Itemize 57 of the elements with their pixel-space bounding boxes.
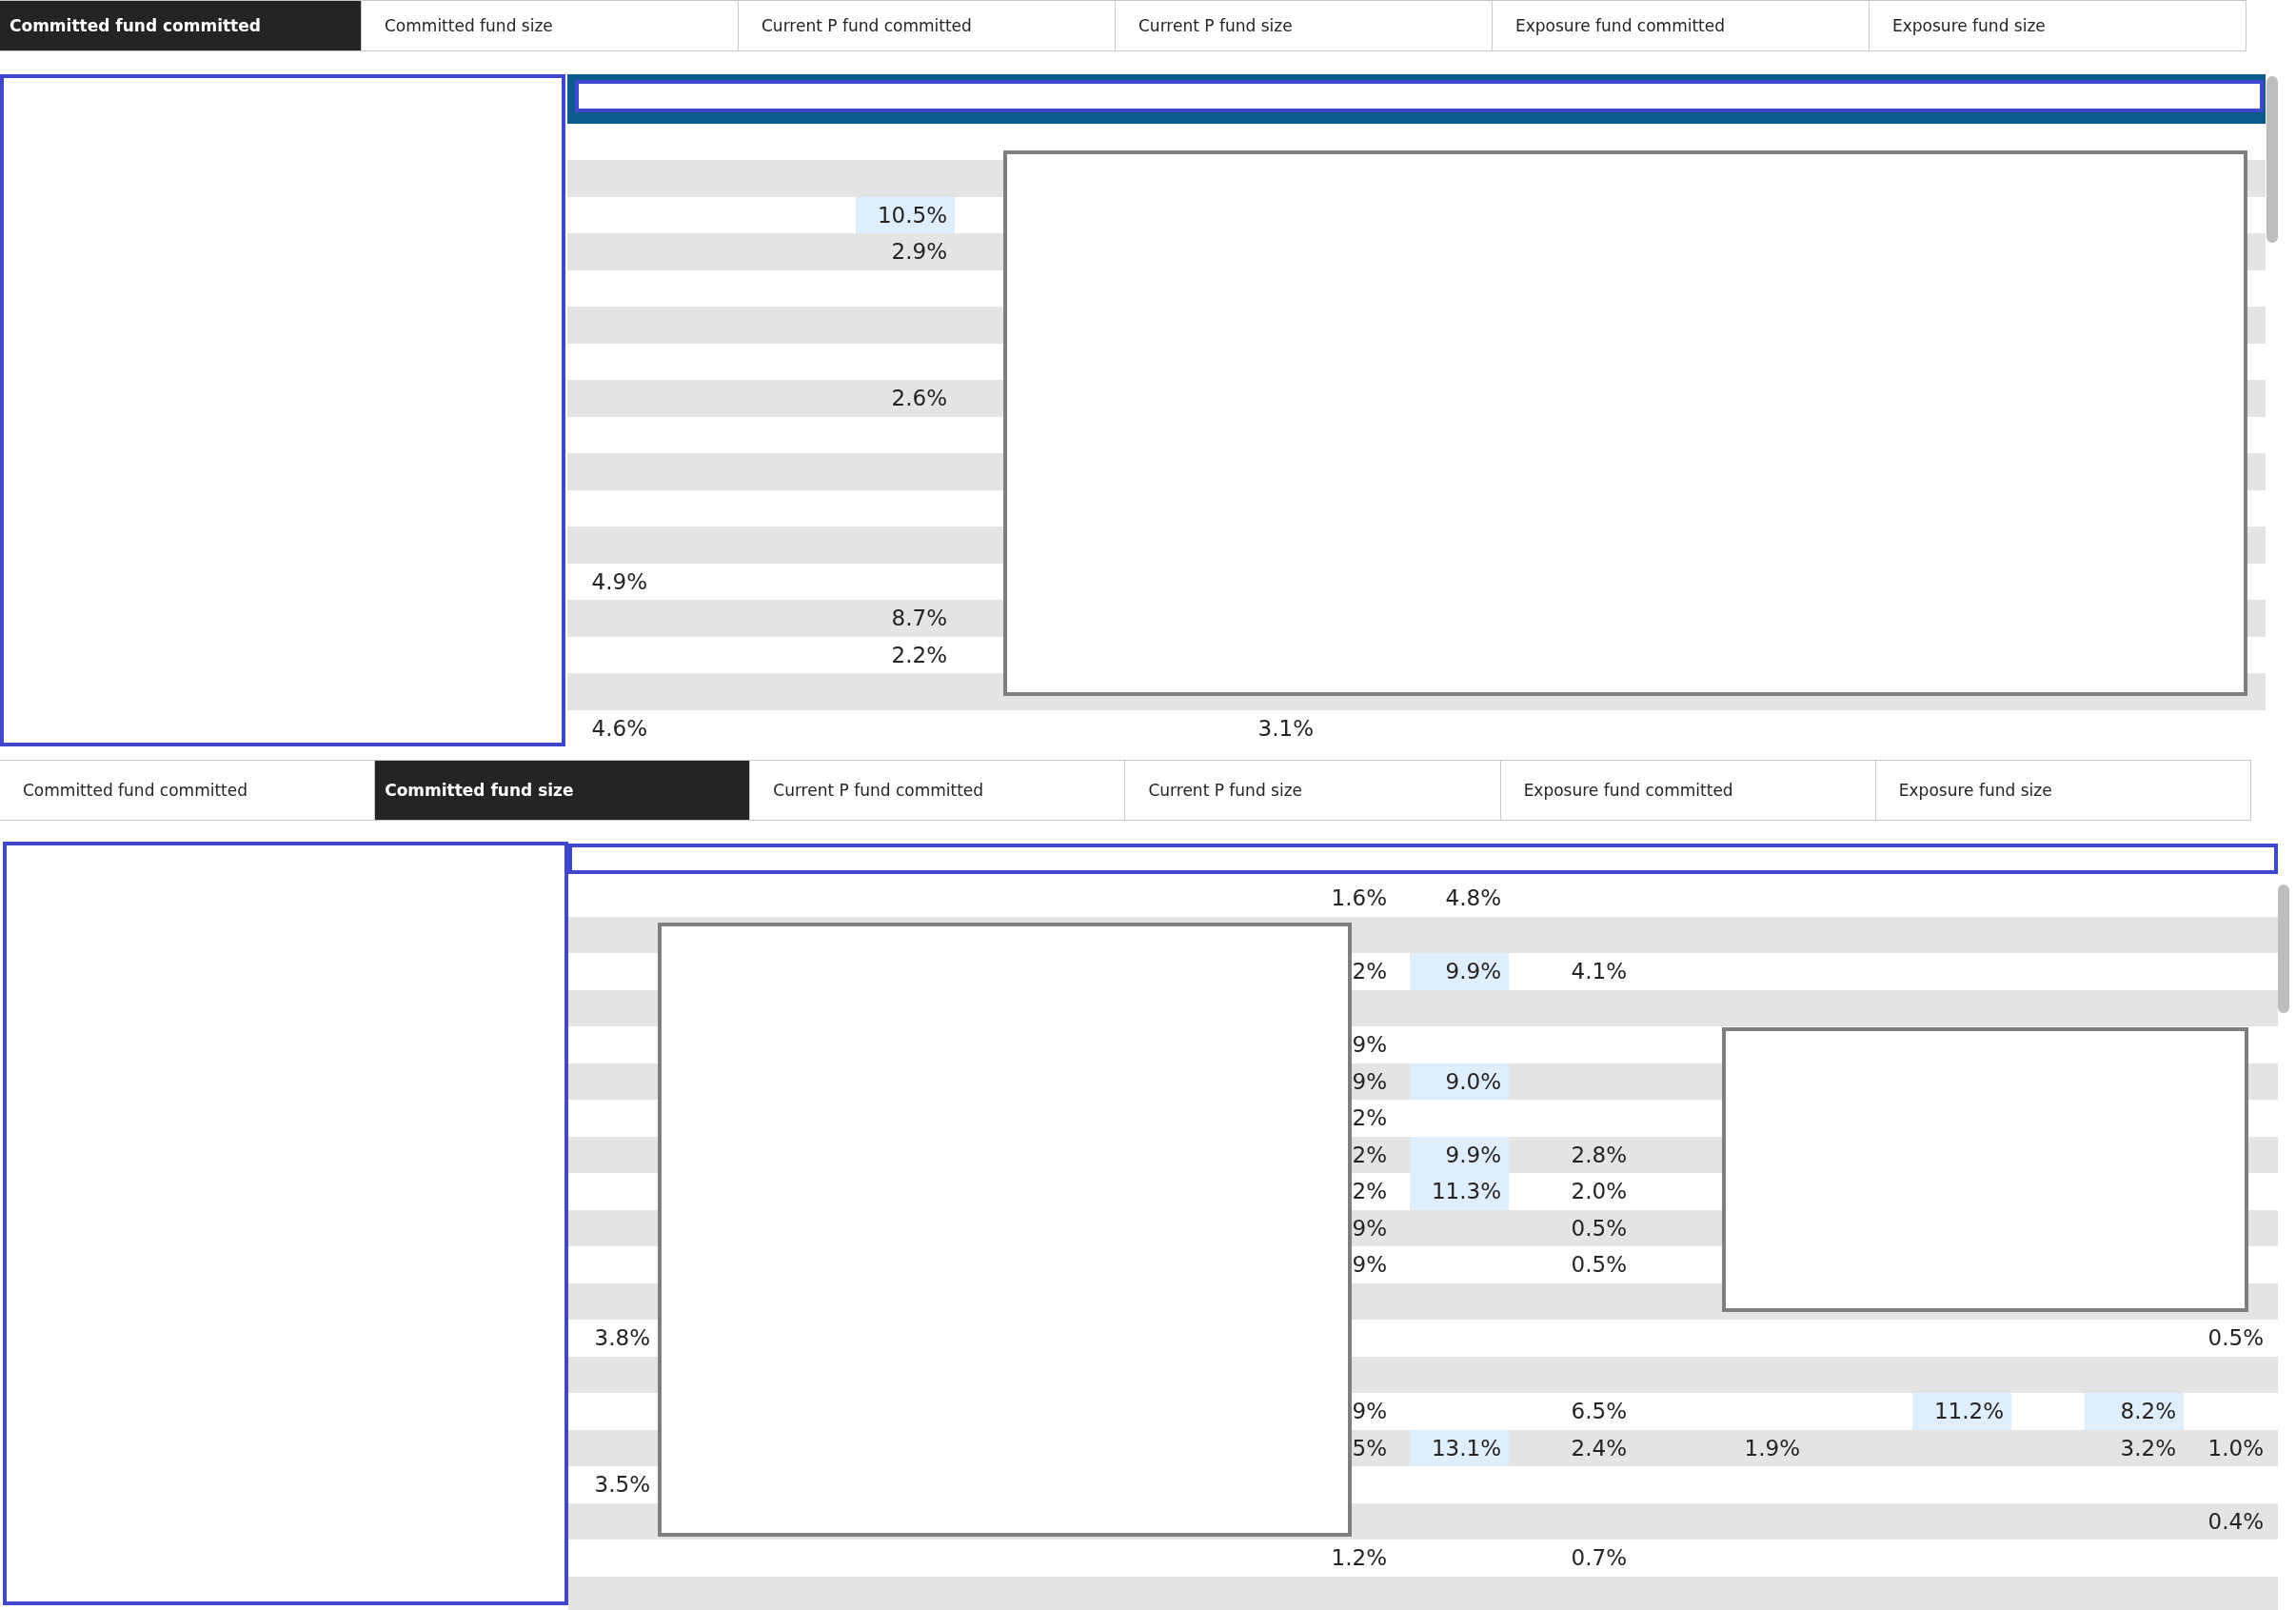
table-cell-text: 0.7% (1570, 1544, 1628, 1573)
table-cell-text: 1.0% (2207, 1434, 2265, 1462)
table-cell-text: 0.5% (2207, 1324, 2265, 1353)
table-cell-text: 4.1% (1570, 958, 1628, 986)
table-cell-text: 9% (1351, 1398, 1388, 1426)
table-cell-text: 9% (1351, 1031, 1388, 1060)
tab[interactable]: Exposure fund committed (1493, 0, 1870, 51)
tab[interactable]: Committed fund size (362, 0, 739, 51)
table-cell-text: 3.2% (2119, 1434, 2177, 1462)
table-cell-text: 9% (1351, 1067, 1388, 1096)
table-cell-text: 2.6% (890, 385, 948, 413)
table-cell-text: 1.6% (1330, 885, 1388, 913)
scrollbar-thumb[interactable] (2266, 76, 2278, 243)
table-cell-text: 3.5% (593, 1471, 651, 1500)
table-cell: 9.9% (1410, 953, 1509, 990)
table-cell-text: 0.5% (1570, 1251, 1628, 1280)
table-cell-text: 2.2% (890, 641, 948, 669)
table-cell: 8.2% (2085, 1393, 2184, 1430)
table-cell-text: 2% (1351, 1141, 1388, 1169)
tab[interactable]: Current P fund size (1116, 0, 1493, 51)
table-cell-text: 2.9% (890, 238, 948, 267)
table-cell-text: 2.4% (1570, 1434, 1628, 1462)
table-cell: 10.5% (856, 196, 955, 233)
table-cell: 11.2% (1912, 1393, 2011, 1430)
tab[interactable]: Current P fund committed (750, 760, 1126, 821)
table-cell: 9.9% (1410, 1136, 1509, 1173)
table-cell-text: 2.8% (1570, 1141, 1628, 1169)
table-cell-text: 2% (1351, 1104, 1388, 1133)
table-cell-text: 9% (1351, 1214, 1388, 1242)
tab[interactable]: Committed fund committed (0, 760, 376, 821)
table-cell-text: 8.7% (890, 605, 948, 633)
table-cell-text: 1.9% (1743, 1434, 1801, 1462)
table-cell-text: 2% (1351, 1178, 1388, 1206)
table-cell-text: 6.5% (1570, 1398, 1628, 1426)
tab[interactable]: Committed fund size (375, 760, 751, 821)
table-cell: 9.0% (1410, 1063, 1509, 1100)
table-cell: 13.1% (1410, 1429, 1509, 1466)
table-cell-text: 4.6% (590, 714, 648, 743)
tab[interactable]: Current P fund size (1125, 760, 1501, 821)
table-cell-text: 9% (1351, 1251, 1388, 1280)
table-cell-text: 2.0% (1570, 1178, 1628, 1206)
table-cell-text: 5% (1351, 1434, 1388, 1462)
table-cell-text: 3.8% (593, 1324, 651, 1353)
scrollbar-thumb[interactable] (2278, 885, 2289, 1013)
table-cell-text: 1.2% (1330, 1544, 1388, 1573)
tab[interactable]: Exposure fund committed (1500, 760, 1876, 821)
table-cell-text: 4.8% (1444, 885, 1502, 913)
tab[interactable]: Exposure fund size (1870, 0, 2247, 51)
tab[interactable]: Exposure fund size (1875, 760, 2251, 821)
table-cell-text: 4.9% (590, 567, 648, 596)
table-cell-text: 3.1% (1257, 714, 1315, 743)
table-cell-text: 2% (1351, 958, 1388, 986)
table-cell-text: 0.4% (2207, 1507, 2265, 1536)
table-cell: 11.3% (1410, 1173, 1509, 1210)
tab[interactable]: Current P fund committed (739, 0, 1116, 51)
table-cell-text: 0.5% (1570, 1214, 1628, 1242)
tab[interactable]: Committed fund committed (0, 0, 362, 51)
